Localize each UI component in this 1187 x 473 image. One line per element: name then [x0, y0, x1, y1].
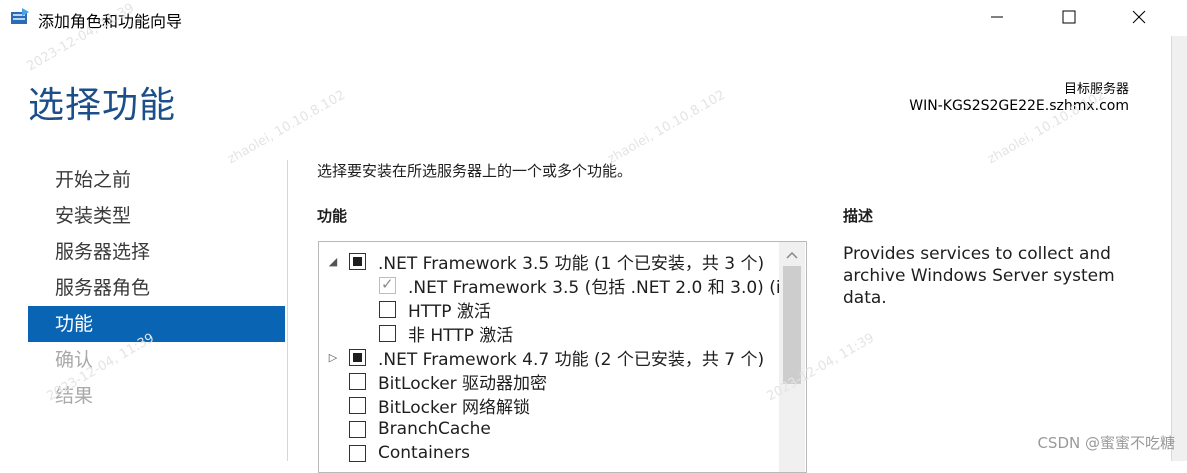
- instruction-text: 选择要安装在所选服务器上的一个或多个功能。: [317, 162, 633, 180]
- feature-row[interactable]: Containers: [349, 441, 806, 465]
- feature-label: 非 HTTP 激活: [408, 325, 514, 346]
- feature-label: HTTP 激活: [408, 301, 491, 322]
- target-server-value: WIN-KGS2S2GE22E.szhmx.com: [909, 98, 1129, 114]
- features-tree[interactable]: ◢ .NET Framework 3.5 功能 (1 个已安装，共 3 个) .…: [318, 241, 807, 473]
- scroll-thumb[interactable]: [783, 266, 801, 384]
- wizard-header: 选择功能 目标服务器 WIN-KGS2S2GE22E.szhmx.com: [0, 36, 1171, 160]
- scroll-up-button[interactable]: [779, 242, 805, 264]
- collapsed-icon[interactable]: ▷: [325, 345, 341, 369]
- feature-row: .NET Framework 3.5 (包括 .NET 2.0 和 3.0) (…: [379, 273, 806, 298]
- expanded-icon[interactable]: ◢: [325, 249, 341, 273]
- feature-checkbox[interactable]: [379, 324, 396, 342]
- feature-label: Containers: [378, 443, 470, 463]
- feature-checkbox[interactable]: [379, 300, 396, 318]
- chevron-up-icon: [786, 244, 798, 263]
- feature-label: BranchCache: [378, 419, 491, 439]
- feature-label: .NET Framework 4.7 功能 (2 个已安装，共 7 个): [378, 349, 765, 370]
- feature-checkbox[interactable]: [349, 396, 366, 414]
- features-scrollbar[interactable]: [779, 242, 805, 472]
- feature-label: BitLocker 驱动器加密: [378, 373, 548, 394]
- minimize-icon: [990, 9, 1004, 28]
- server-manager-icon: [10, 8, 30, 26]
- maximize-icon: [1062, 9, 1076, 28]
- feature-row[interactable]: BitLocker 驱动器加密: [349, 369, 806, 394]
- feature-label: .NET Framework 3.5 (包括 .NET 2.0 和 3.0) (…: [408, 277, 781, 298]
- window-right-edge: [1171, 36, 1187, 461]
- feature-row[interactable]: ◢ .NET Framework 3.5 功能 (1 个已安装，共 3 个): [325, 249, 785, 274]
- target-server-label: 目标服务器: [1063, 82, 1129, 97]
- nav-item-before-you-begin[interactable]: 开始之前: [28, 162, 285, 198]
- feature-checkbox[interactable]: [349, 420, 366, 438]
- feature-label: BitLocker 网络解锁: [378, 397, 531, 418]
- feature-row[interactable]: BitLocker 网络解锁: [349, 393, 806, 418]
- minimize-button[interactable]: [974, 0, 1020, 36]
- feature-label: .NET Framework 3.5 功能 (1 个已安装，共 3 个): [378, 253, 765, 274]
- page-title: 选择功能: [28, 85, 177, 126]
- nav-item-results: 结果: [55, 385, 94, 407]
- close-button[interactable]: [1116, 0, 1162, 36]
- feature-row[interactable]: ▷ .NET Framework 4.7 功能 (2 个已安装，共 7 个): [325, 345, 785, 370]
- close-icon: [1132, 9, 1146, 28]
- feature-checkbox[interactable]: [349, 252, 366, 270]
- csdn-watermark: CSDN @蜜蜜不吃糖: [1037, 434, 1175, 452]
- nav-item-server-roles[interactable]: 服务器角色: [28, 270, 285, 306]
- feature-checkbox[interactable]: [349, 372, 366, 390]
- title-bar: 添加角色和功能向导: [0, 0, 1187, 36]
- nav-item-installation-type[interactable]: 安装类型: [28, 198, 285, 234]
- window-title: 添加角色和功能向导: [38, 12, 183, 31]
- wizard-nav: 开始之前 安装类型 服务器选择 服务器角色 功能 确认 结果: [28, 162, 285, 414]
- feature-row[interactable]: HTTP 激活: [379, 297, 806, 322]
- nav-item-features[interactable]: 功能: [28, 306, 285, 342]
- nav-item-server-selection[interactable]: 服务器选择: [28, 234, 285, 270]
- feature-checkbox[interactable]: [349, 348, 366, 366]
- features-heading: 功能: [317, 207, 348, 225]
- feature-row[interactable]: 非 HTTP 激活: [379, 321, 806, 346]
- description-text: Provides services to collect and archive…: [843, 244, 1115, 308]
- feature-row[interactable]: BranchCache: [349, 417, 806, 441]
- description-heading: 描述: [843, 207, 874, 225]
- feature-checkbox[interactable]: [349, 444, 366, 462]
- maximize-button[interactable]: [1046, 0, 1092, 36]
- nav-item-confirmation: 确认: [55, 349, 94, 371]
- feature-checkbox: [379, 275, 396, 294]
- nav-divider: [287, 160, 288, 461]
